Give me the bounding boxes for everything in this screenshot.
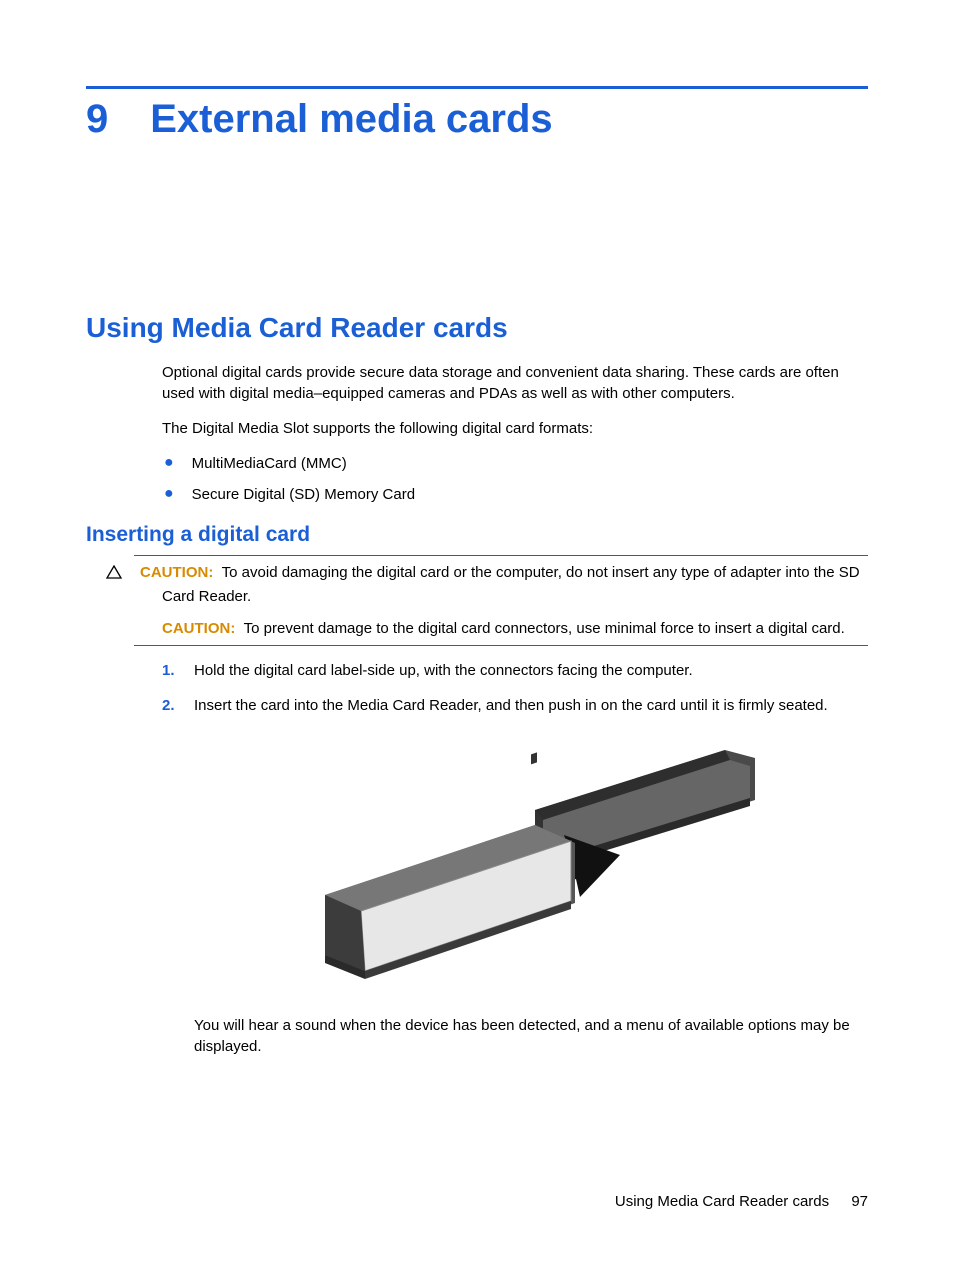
caution-text-2: To prevent damage to the digital card co… [244,620,845,637]
step-text: Hold the digital card label-side up, wit… [194,660,693,681]
document-page: 9 External media cards Using Media Card … [0,0,954,1270]
list-item-text: Secure Digital (SD) Memory Card [192,484,415,505]
chapter-heading: 9 External media cards [86,97,868,142]
insert-card-illustration [162,730,868,1005]
section-intro-2: The Digital Media Slot supports the foll… [162,418,868,439]
subsection-heading: Inserting a digital card [86,523,868,547]
step-item: 2. Insert the card into the Media Card R… [162,695,868,716]
chapter-number: 9 [86,97,108,142]
section-heading: Using Media Card Reader cards [86,312,868,344]
bullet-icon: ● [164,453,174,472]
after-figure-text: You will hear a sound when the device ha… [194,1015,868,1057]
step-number: 2. [162,695,176,716]
bullet-icon: ● [164,484,174,503]
footer-page-number: 97 [851,1193,868,1210]
page-footer: Using Media Card Reader cards 97 [615,1193,868,1210]
caution-text-1: To avoid damaging the digital card or th… [162,564,860,605]
chapter-title: External media cards [150,97,552,142]
supported-formats-list: ● MultiMediaCard (MMC) ● Secure Digital … [162,453,868,505]
step-text: Insert the card into the Media Card Read… [194,695,828,716]
step-item: 1. Hold the digital card label-side up, … [162,660,868,681]
list-item-text: MultiMediaCard (MMC) [192,453,347,474]
step-number: 1. [162,660,176,681]
list-item: ● MultiMediaCard (MMC) [162,453,868,474]
caution-label: CAUTION: [162,620,235,637]
caution-label: CAUTION: [140,564,213,581]
steps-list: 1. Hold the digital card label-side up, … [162,660,868,716]
chapter-rule [86,86,868,89]
caution-block: CAUTION: To avoid damaging the digital c… [134,555,868,646]
footer-section-title: Using Media Card Reader cards [615,1193,829,1210]
section-intro-1: Optional digital cards provide secure da… [162,362,868,404]
list-item: ● Secure Digital (SD) Memory Card [162,484,868,505]
